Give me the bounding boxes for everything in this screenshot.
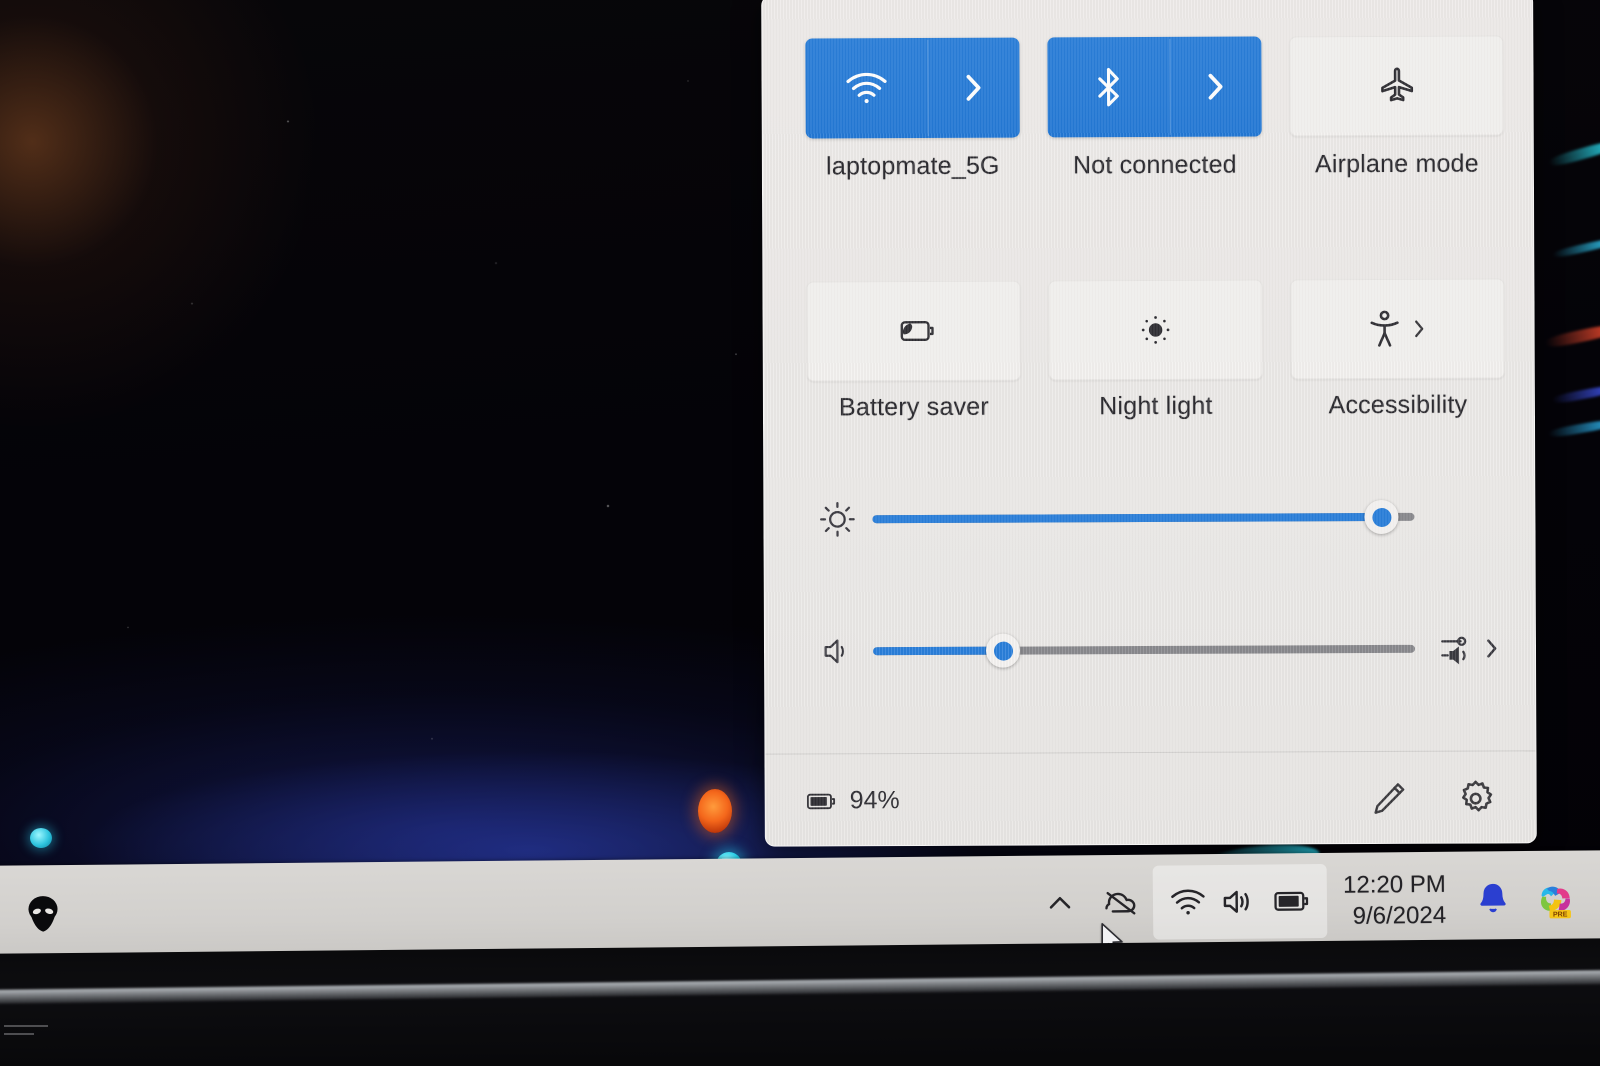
volume-icon[interactable] [1221, 887, 1257, 917]
tile-label-night-light: Night light [1099, 391, 1213, 421]
tile-bluetooth-toggle[interactable] [1047, 37, 1169, 138]
battery-leaf-icon [900, 320, 934, 342]
night-light-icon [1141, 316, 1170, 344]
volume-slider-thumb[interactable] [986, 633, 1021, 668]
tile-cell-wifi: laptopmate_5G [804, 37, 1021, 182]
chevron-right-icon [1208, 73, 1223, 100]
laptop-bezel [0, 938, 1600, 1066]
laptop-bezel-marking [4, 1020, 64, 1042]
battery-status[interactable]: 94% [804, 786, 900, 815]
tile-battery-saver[interactable] [806, 280, 1021, 382]
tile-night-light-toggle[interactable] [1048, 280, 1262, 381]
quick-settings-footer: 94% [765, 751, 1535, 846]
volume-slider[interactable] [872, 633, 1416, 668]
tile-label-airplane: Airplane mode [1314, 149, 1479, 179]
volume-slider-fill [872, 646, 1004, 656]
tile-cell-bluetooth: Not connected [1046, 36, 1263, 181]
notifications-button[interactable] [1462, 881, 1524, 918]
copilot-icon: PRE [1541, 886, 1571, 919]
alien-head-glyph [28, 896, 58, 932]
tile-cell-night-light: Night light [1047, 279, 1264, 421]
tile-bluetooth-expand[interactable] [1169, 37, 1261, 137]
airplane-icon [1381, 67, 1414, 102]
wallpaper-orange-planet [698, 789, 732, 833]
alienware-logo-icon[interactable] [26, 891, 60, 933]
brightness-icon [808, 500, 866, 538]
tile-cell-airplane: Airplane mode [1288, 35, 1505, 179]
screen: laptopmate_5G Not connected Airplane mod… [0, 0, 1600, 1066]
tile-wifi-toggle[interactable] [805, 38, 927, 139]
taskbar-clock[interactable]: 12:20 PM 9/6/2024 [1327, 868, 1462, 932]
quick-settings-footer-actions [1370, 778, 1496, 819]
brightness-slider-fill [872, 512, 1382, 524]
accessibility-icon [1370, 310, 1399, 347]
chevron-up-icon [1050, 896, 1071, 909]
tray-status-group[interactable] [1152, 863, 1328, 940]
quick-settings-panel: laptopmate_5G Not connected Airplane mod… [761, 0, 1537, 847]
brightness-slider-thumb[interactable] [1364, 499, 1399, 535]
chevron-right-icon [966, 74, 981, 101]
bluetooth-icon [1098, 67, 1119, 107]
wallpaper-cyan-planet-small [30, 828, 52, 848]
bezel-lines-icon [4, 1025, 48, 1035]
clock-date: 9/6/2024 [1352, 901, 1447, 930]
cloud-offline-icon [1105, 891, 1136, 915]
tile-cell-accessibility: Accessibility [1289, 278, 1506, 420]
tile-label-battery-saver: Battery saver [838, 392, 989, 422]
bell-icon [1480, 883, 1506, 913]
brightness-slider[interactable] [872, 499, 1415, 535]
gear-icon[interactable] [1456, 778, 1496, 818]
system-tray: 12:20 PM 9/6/2024 PRE [1031, 850, 1591, 951]
tile-label-wifi: laptopmate_5G [826, 151, 1000, 181]
wifi-icon[interactable] [1169, 887, 1207, 917]
battery-percent-label: 94% [849, 786, 900, 815]
copilot-button[interactable]: PRE [1524, 875, 1590, 922]
chevron-right-icon [1415, 320, 1424, 338]
volume-output-picker[interactable] [1421, 629, 1499, 667]
battery-icon[interactable] [1271, 887, 1311, 915]
tile-label-accessibility: Accessibility [1328, 390, 1468, 420]
chevron-right-icon [1487, 639, 1497, 658]
volume-icon[interactable] [809, 634, 867, 668]
tile-airplane-toggle[interactable] [1289, 35, 1503, 136]
tile-label-bluetooth: Not connected [1072, 150, 1237, 180]
tray-item-onedrive-offline[interactable] [1089, 866, 1154, 941]
svg-text:PRE: PRE [1553, 911, 1568, 918]
tile-bluetooth[interactable] [1047, 36, 1262, 138]
tile-wifi[interactable] [805, 37, 1020, 139]
quick-settings-tile-grid-row2: Battery saver Night light Accessibility [805, 278, 1506, 422]
tile-night-light[interactable] [1048, 279, 1263, 381]
tile-wifi-expand[interactable] [927, 38, 1019, 138]
wifi-icon [846, 72, 887, 104]
edit-pencil-icon[interactable] [1370, 779, 1408, 817]
volume-slider-row [809, 625, 1499, 674]
clock-time: 12:20 PM [1342, 870, 1446, 899]
quick-settings-tile-grid: laptopmate_5G Not connected Airplane mod… [804, 35, 1505, 181]
brightness-slider-row [808, 493, 1498, 542]
tile-battery-saver-toggle[interactable] [806, 281, 1020, 382]
tray-overflow-button[interactable] [1031, 866, 1090, 941]
tile-accessibility-open[interactable] [1290, 278, 1504, 379]
tile-airplane-mode[interactable] [1289, 35, 1504, 137]
tile-accessibility[interactable] [1290, 278, 1505, 380]
audio-mixer-icon [1441, 636, 1467, 665]
battery-icon [806, 793, 836, 809]
tile-cell-battery-saver: Battery saver [805, 280, 1022, 423]
